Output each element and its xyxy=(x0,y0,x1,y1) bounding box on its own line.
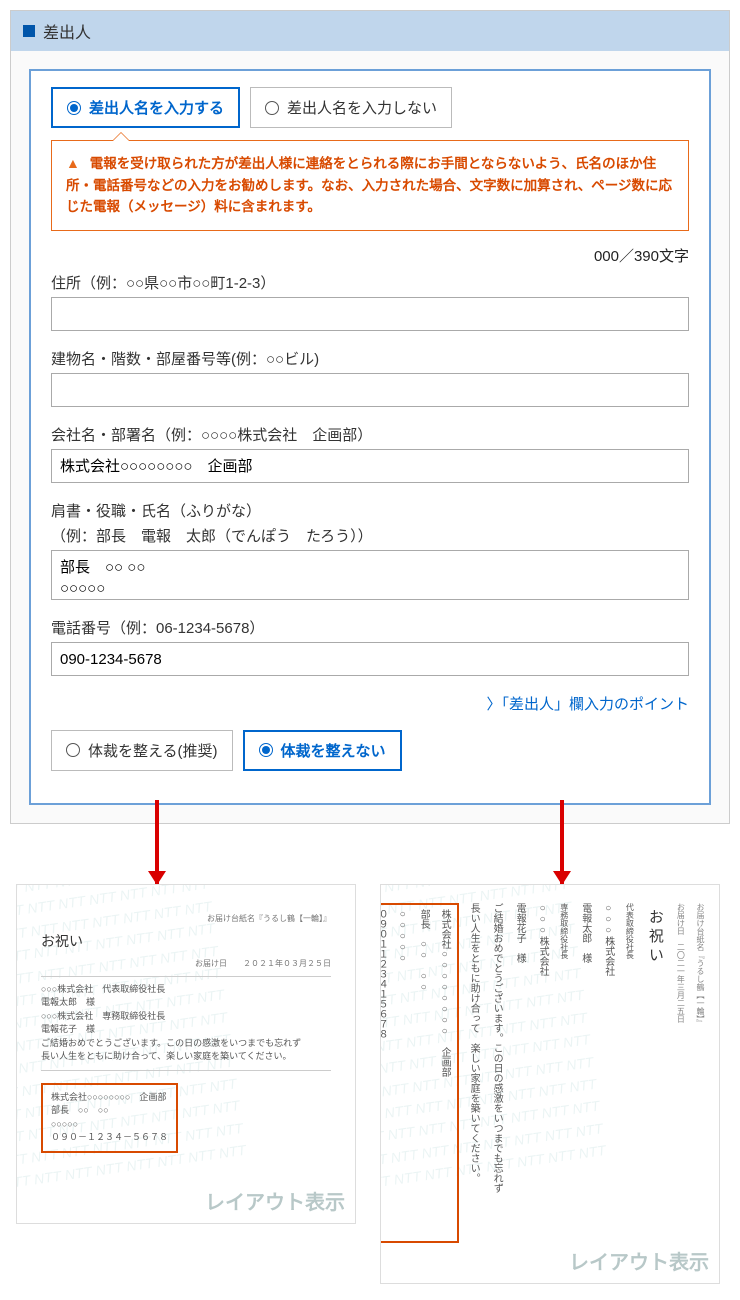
warning-message: 電報を受け取られた方が差出人様に連絡をとられる際にお手間とならないよう、氏名のほ… xyxy=(66,156,672,214)
preview-horizontal: NTT NTT NTT NTT NTT NTT NTT NTT NTT NTT … xyxy=(16,884,356,1224)
panel-title: 差出人 xyxy=(43,19,91,43)
pv-h-line: ご結婚おめでとうございます。この日の感激をいつまでも忘れず xyxy=(41,1037,331,1051)
pv-h-hl: 株式会社○○○○○○○○ 企画部 xyxy=(51,1091,168,1105)
label-phone: 電話番号（例：06-1234-5678） xyxy=(51,617,689,638)
sender-tips-link[interactable]: 〉「差出人」欄入力のポイント xyxy=(486,696,689,713)
label-company: 会社名・部署名（例：○○○○株式会社 企画部） xyxy=(51,424,689,445)
radio-format-keep[interactable]: 体裁を整えない xyxy=(243,730,402,771)
preview-v-content: お届け台紙名『うるし鶴【一輪】』 お届け日 二〇二一年三月二五日 お祝い 代表取… xyxy=(381,885,719,1283)
pv-v-hl-role: 部長 ○○ ○○ xyxy=(415,909,432,1237)
preview-vertical: NTT NTT NTT NTT NTT NTT NTT NTT NTT NTT … xyxy=(380,884,720,1284)
highlight-box-vertical: 株式会社○○○○○○○○ 企画部 部長 ○○ ○○ ○○○○○ ０９０１１２３４… xyxy=(380,903,459,1243)
input-company[interactable]: 株式会社○○○○○○○○ 企画部 xyxy=(51,449,689,483)
field-phone: 電話番号（例：06-1234-5678） 090-1234-5678 xyxy=(51,617,689,679)
label-name: 肩書・役職・氏名（ふりがな） xyxy=(51,500,689,521)
radio-format-tidy[interactable]: 体裁を整える(推奨) xyxy=(51,730,233,771)
field-address: 住所（例：○○県○○市○○町1-2-3） xyxy=(51,272,689,334)
sender-panel: 差出人 差出人名を入力する 差出人名を入力しない ▲ 電報を受け取られた方が差出… xyxy=(10,10,730,824)
sender-input-toggle: 差出人名を入力する 差出人名を入力しない xyxy=(51,87,689,128)
label-name-example: （例：部長 電報 太郎（でんぽう たろう）） xyxy=(51,525,689,546)
input-name[interactable]: 部長 ○○ ○○ ○○○○○ xyxy=(51,550,689,600)
char-counter: 000／390文字 xyxy=(51,245,689,266)
pv-v-name2: 電報花子 様 xyxy=(511,903,528,1243)
arrow-down-left-icon xyxy=(155,800,159,884)
radio-checked-icon xyxy=(67,101,81,115)
pv-h-meta1: お届け台紙名『うるし鶴【一輪】』 xyxy=(41,913,331,925)
pv-h-line: 長い人生をともに助け合って、楽しい家庭を築いてください。 xyxy=(41,1050,331,1064)
pv-h-hl: ０９０－１２３４－５６７８ xyxy=(51,1131,168,1145)
input-phone[interactable]: 090-1234-5678 xyxy=(51,642,689,676)
square-bullet-icon xyxy=(23,25,35,37)
pv-v-name1: 電報太郎 様 xyxy=(577,903,594,1243)
warning-icon: ▲ xyxy=(66,155,80,171)
pv-v-title: お祝い xyxy=(642,903,668,1243)
label-building: 建物名・階数・部屋番号等(例：○○ビル) xyxy=(51,348,689,369)
pv-h-line: 電報太郎 様 xyxy=(41,996,331,1010)
field-name: 肩書・役職・氏名（ふりがな） （例：部長 電報 太郎（でんぽう たろう）） 部長… xyxy=(51,500,689,603)
preview-row: NTT NTT NTT NTT NTT NTT NTT NTT NTT NTT … xyxy=(10,884,730,1284)
pv-v-role1: 代表取締役社長 xyxy=(623,903,637,1243)
input-building[interactable] xyxy=(51,373,689,407)
layout-watermark: レイアウト表示 xyxy=(205,1186,345,1215)
tips-link-row: 〉「差出人」欄入力のポイント xyxy=(51,693,689,714)
divider xyxy=(41,976,331,977)
form-box: 差出人名を入力する 差出人名を入力しない ▲ 電報を受け取られた方が差出人様に連… xyxy=(29,69,711,805)
panel-header: 差出人 xyxy=(11,11,729,51)
radio-format-keep-label: 体裁を整えない xyxy=(281,740,386,761)
pv-v-meta2: お届け日 二〇二一年三月二五日 xyxy=(674,903,688,1243)
label-address: 住所（例：○○県○○市○○町1-2-3） xyxy=(51,272,689,293)
radio-checked-icon xyxy=(259,743,273,757)
pv-v-hl-furi: ○○○○○ xyxy=(394,909,411,1237)
pv-h-title: お祝い xyxy=(41,931,331,952)
pv-h-line: 電報花子 様 xyxy=(41,1023,331,1037)
preview-h-content: お届け台紙名『うるし鶴【一輪】』 お祝い お届け日 ２０２１年０３月２５日 ○○… xyxy=(17,885,355,1177)
pv-h-hl: ○○○○○ xyxy=(51,1118,168,1132)
field-building: 建物名・階数・部屋番号等(例：○○ビル) xyxy=(51,348,689,410)
arrow-container xyxy=(10,824,730,884)
pv-v-msg1: ご結婚おめでとうございます。この日の感激をいつまでも忘れず xyxy=(488,903,505,1243)
radio-skip-sender-label: 差出人名を入力しない xyxy=(287,97,437,118)
highlight-box-horizontal: 株式会社○○○○○○○○ 企画部 部長 ○○ ○○ ○○○○○ ０９０－１２３４… xyxy=(41,1083,178,1153)
radio-enter-sender[interactable]: 差出人名を入力する xyxy=(51,87,240,128)
pv-v-company1: ○○○株式会社 xyxy=(600,903,617,1243)
pv-v-company2: ○○○株式会社 xyxy=(534,903,551,1243)
field-company: 会社名・部署名（例：○○○○株式会社 企画部） 株式会社○○○○○○○○ 企画部 xyxy=(51,424,689,486)
pv-h-hl: 部長 ○○ ○○ xyxy=(51,1104,168,1118)
pv-v-meta1: お届け台紙名『うるし鶴【一輪】』 xyxy=(693,903,707,1243)
input-address[interactable] xyxy=(51,297,689,331)
radio-unchecked-icon xyxy=(265,101,279,115)
warning-callout: ▲ 電報を受け取られた方が差出人様に連絡をとられる際にお手間とならないよう、氏名… xyxy=(51,140,689,231)
pv-h-meta2: お届け日 ２０２１年０３月２５日 xyxy=(41,958,331,970)
layout-watermark: レイアウト表示 xyxy=(569,1246,709,1275)
callout-arrow-icon xyxy=(112,132,130,141)
radio-unchecked-icon xyxy=(66,743,80,757)
format-toggle: 体裁を整える(推奨) 体裁を整えない xyxy=(51,730,689,771)
pv-h-line: ○○○株式会社 専務取締役社長 xyxy=(41,1010,331,1024)
divider xyxy=(41,1070,331,1071)
radio-format-tidy-label: 体裁を整える(推奨) xyxy=(88,740,218,761)
pv-v-msg2: 長い人生をともに助け合って 楽しい家庭を築いてください。 xyxy=(465,903,482,1243)
pv-v-hl-phone: ０９０１１２３４１５６７８ xyxy=(380,909,390,1237)
radio-skip-sender[interactable]: 差出人名を入力しない xyxy=(250,87,452,128)
radio-enter-sender-label: 差出人名を入力する xyxy=(89,97,224,118)
pv-v-role2: 専務取締役社長 xyxy=(557,903,571,1243)
arrow-down-right-icon xyxy=(560,800,564,884)
panel-body: 差出人名を入力する 差出人名を入力しない ▲ 電報を受け取られた方が差出人様に連… xyxy=(11,51,729,823)
pv-v-hl-company: 株式会社○○○○○○○○ 企画部 xyxy=(436,909,453,1237)
pv-h-line: ○○○株式会社 代表取締役社長 xyxy=(41,983,331,997)
